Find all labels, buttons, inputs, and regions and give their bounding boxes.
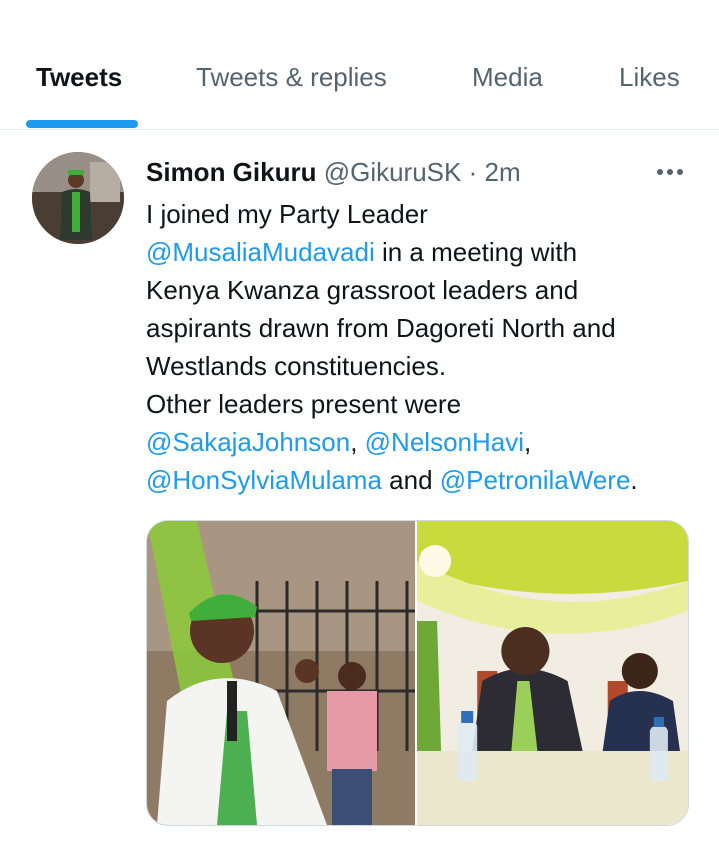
mention-honsylviamulama[interactable]: @HonSylviaMulama — [146, 465, 382, 495]
tweet-media — [146, 520, 689, 826]
author-handle[interactable]: @GikuruSK — [324, 157, 462, 187]
tab-tweets[interactable]: Tweets — [36, 62, 122, 93]
photo-speaker-at-mic — [147, 521, 415, 825]
tweet-text-line: aspirants drawn from Dagoreti North and — [146, 313, 616, 343]
mention-musaliamudavadi[interactable]: @MusaliaMudavadi — [146, 237, 375, 267]
tweet-text-fragment: , — [524, 427, 532, 457]
tweet-text: I joined my Party Leader @MusaliaMudavad… — [146, 195, 706, 499]
tweet-text-fragment: in a meeting with — [374, 237, 578, 267]
tweet-timestamp[interactable]: 2m — [485, 157, 521, 187]
avatar-photo — [32, 152, 124, 244]
tab-likes[interactable]: Likes — [619, 62, 680, 93]
media-photo-1[interactable] — [147, 521, 417, 825]
more-dot — [657, 169, 663, 175]
tweet-header: Simon Gikuru @GikuruSK · 2m — [146, 155, 521, 189]
profile-tabs: Tweets Tweets & replies Media Likes — [0, 0, 719, 130]
tab-tweets-and-replies[interactable]: Tweets & replies — [196, 62, 387, 93]
active-tab-indicator — [26, 120, 138, 128]
more-dot — [667, 169, 673, 175]
more-dot — [677, 169, 683, 175]
media-photo-2[interactable] — [417, 521, 688, 825]
more-horizontal-icon[interactable] — [650, 158, 690, 186]
tweet-text-line: Other leaders present were — [146, 389, 462, 419]
tweet-text-fragment: and — [381, 465, 440, 495]
tweet-text-line: I joined my Party Leader — [146, 199, 428, 229]
photo-leaders-seated — [417, 521, 688, 825]
separator-dot: · — [468, 157, 478, 187]
tweet-text-fragment: , — [350, 427, 365, 457]
mention-petronilawere[interactable]: @PetronilaWere — [440, 465, 631, 495]
tab-media[interactable]: Media — [472, 62, 543, 93]
tweet-text-line: Kenya Kwanza grassroot leaders and — [146, 275, 579, 305]
tweet-text-fragment: . — [630, 465, 638, 495]
mention-sakajajohnson[interactable]: @SakajaJohnson — [146, 427, 350, 457]
avatar[interactable] — [32, 152, 124, 244]
mention-nelsonhavi[interactable]: @NelsonHavi — [365, 427, 524, 457]
author-name[interactable]: Simon Gikuru — [146, 157, 316, 187]
tweet-text-line: Westlands constituencies. — [146, 351, 447, 381]
